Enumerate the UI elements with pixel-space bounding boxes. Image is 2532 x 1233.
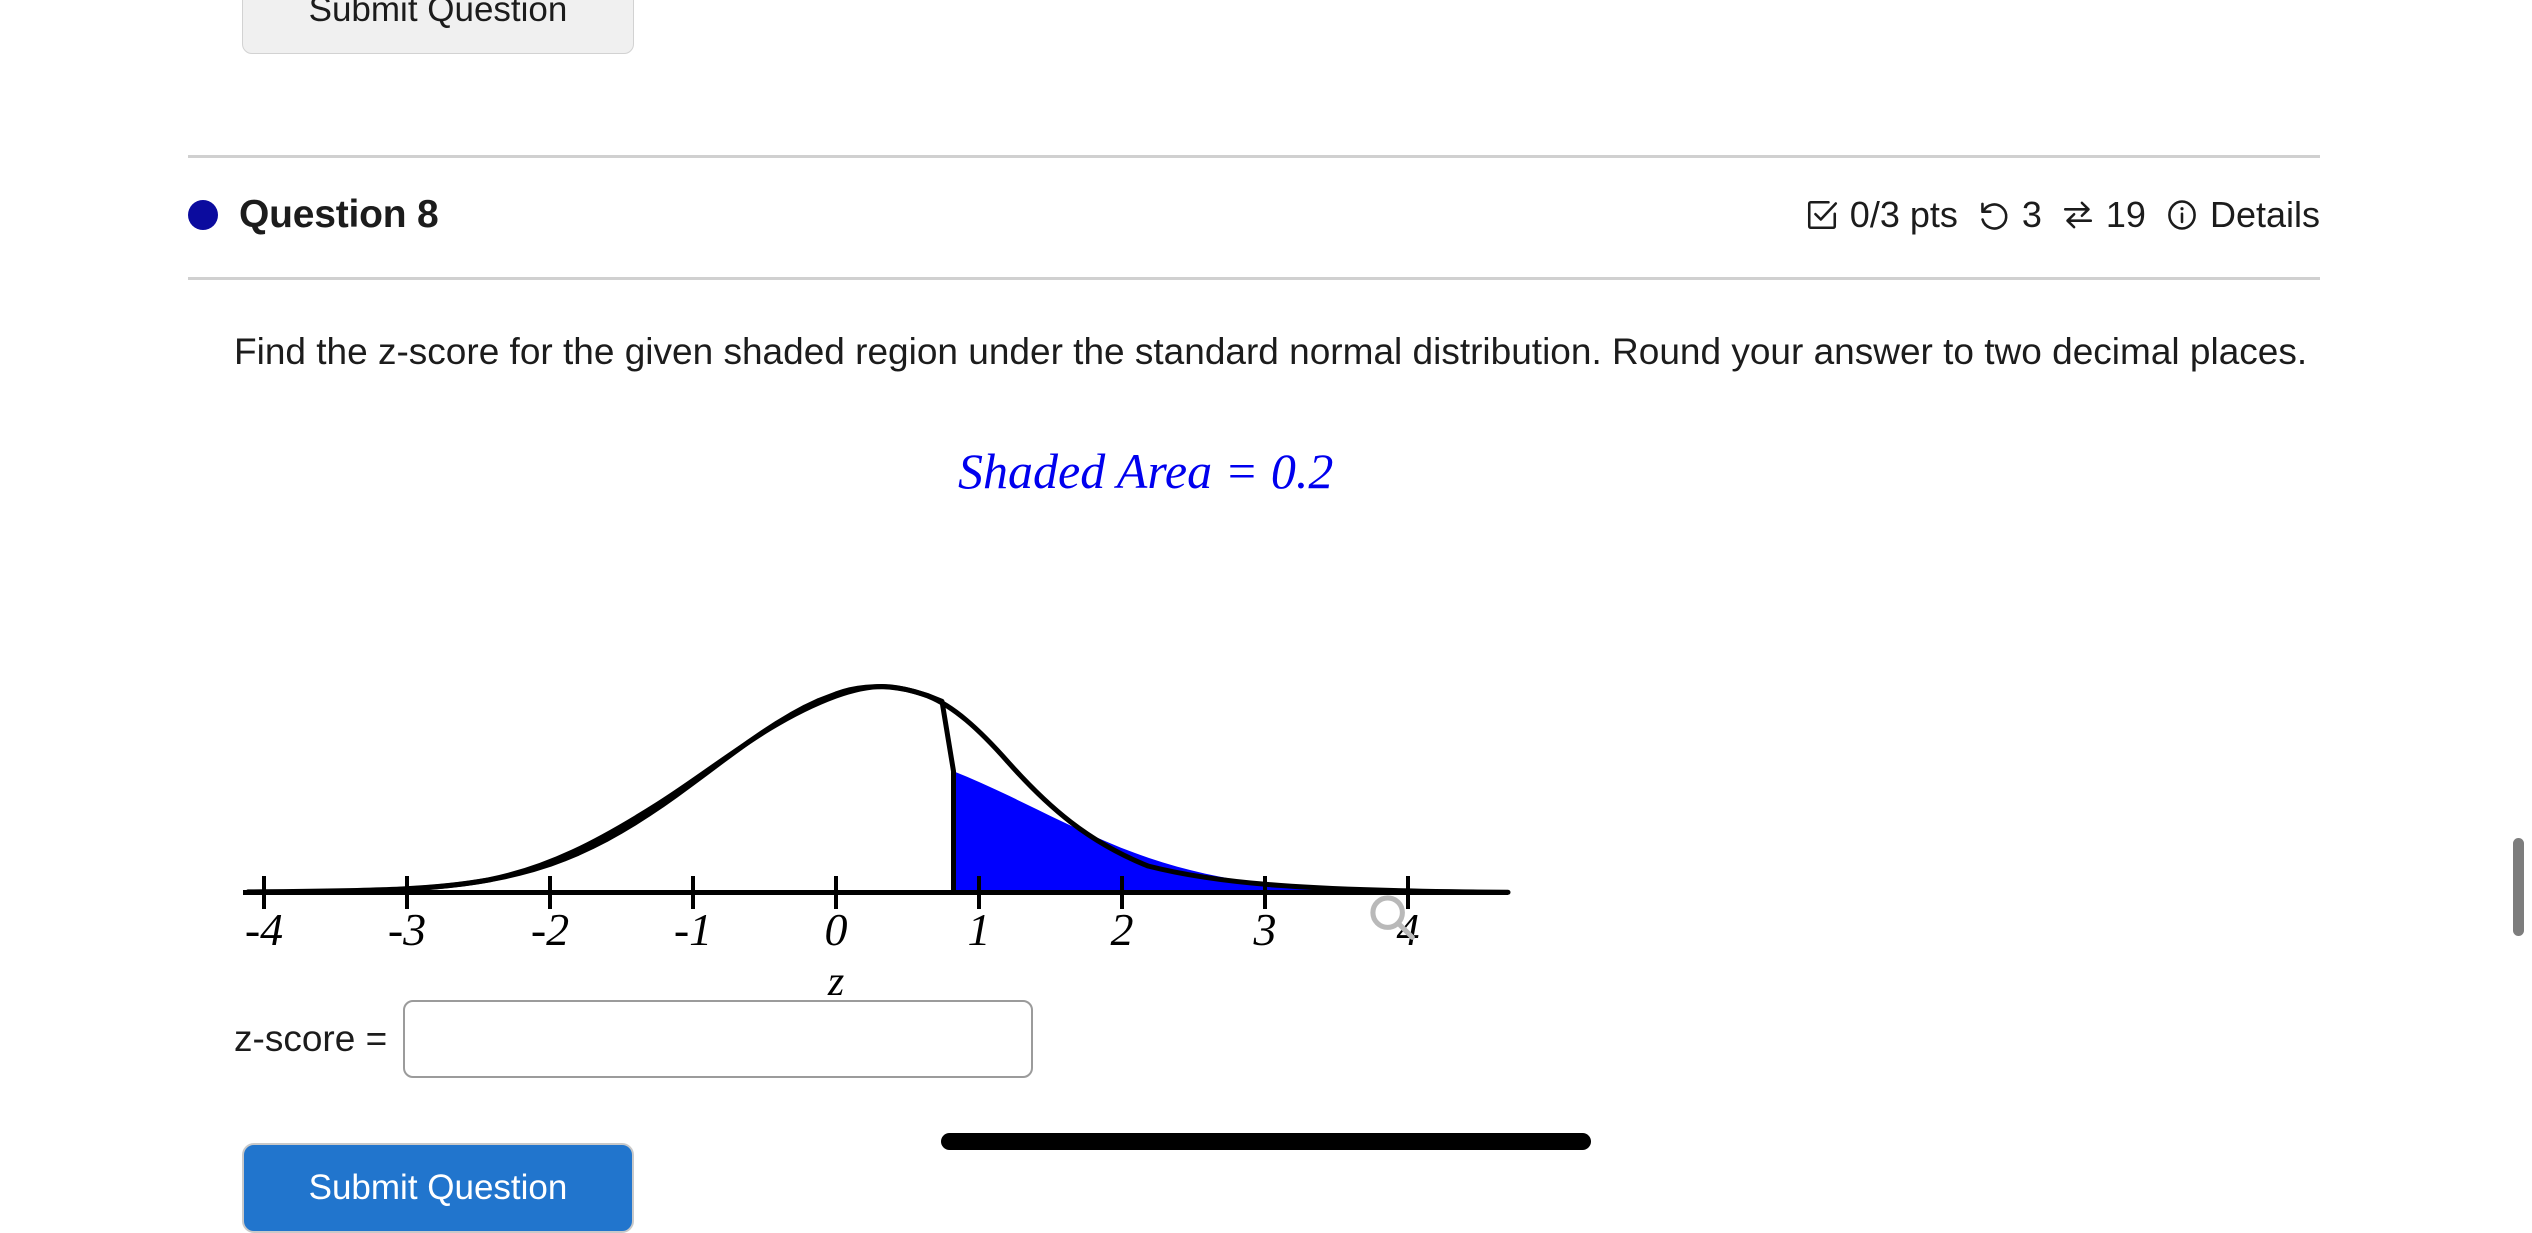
question-header-meta: 0/3 pts 3 19 Details bbox=[1804, 194, 2320, 236]
x-tick-label: 2 bbox=[1111, 904, 1134, 955]
bell-curve bbox=[245, 684, 1511, 895]
normal-distribution-figure: -4 -3 -2 -1 0 1 2 3 4 z Shaded Area = 0.… bbox=[188, 443, 1518, 1000]
question-prompt: Find the z-score for the given shaded re… bbox=[234, 331, 2308, 372]
checked-box-icon bbox=[1804, 197, 1840, 233]
scrollbar-thumb[interactable] bbox=[2513, 838, 2524, 936]
shaded-area-label: Shaded Area = 0.2 bbox=[958, 443, 1334, 499]
shuffles-group: 19 bbox=[2060, 194, 2146, 236]
details-label[interactable]: Details bbox=[2210, 194, 2320, 236]
normal-curve-path bbox=[245, 684, 956, 895]
submit-question-button-top[interactable]: Submit Question bbox=[242, 0, 634, 54]
x-axis-title: z bbox=[827, 959, 844, 1000]
divider-above-question-header bbox=[188, 155, 2320, 158]
details-group[interactable]: Details bbox=[2164, 194, 2320, 236]
shuffles-value: 19 bbox=[2105, 194, 2146, 235]
x-tick-labels: -4 -3 -2 -1 0 1 2 3 4 bbox=[245, 904, 1420, 955]
answer-row: z-score = bbox=[234, 1000, 1034, 1078]
curve-group bbox=[243, 684, 1511, 909]
x-tick-label: 3 bbox=[1253, 904, 1277, 955]
info-circle-icon bbox=[2164, 197, 2200, 233]
x-tick-label: -2 bbox=[531, 904, 569, 955]
swap-arrows-icon bbox=[2060, 197, 2096, 233]
question-title: Question 8 bbox=[239, 193, 439, 236]
question-header: Question 8 0/3 pts 3 19 Details bbox=[188, 180, 2320, 250]
page-scrollbar[interactable] bbox=[2506, 0, 2532, 1170]
submit-question-button-bottom[interactable]: Submit Question bbox=[242, 1143, 634, 1233]
question-status-dot-icon bbox=[188, 200, 218, 230]
z-score-input[interactable] bbox=[403, 1000, 1034, 1078]
divider-below-question-header bbox=[188, 277, 2320, 280]
points-group: 0/3 pts bbox=[1804, 194, 1958, 236]
undo-arrow-icon bbox=[1976, 197, 2012, 233]
x-tick-label: 0 bbox=[825, 904, 848, 955]
attempts-group: 3 bbox=[1976, 194, 2042, 236]
home-indicator bbox=[941, 1133, 1591, 1150]
points-value: 0/3 pts bbox=[1849, 194, 1958, 235]
magnifier-icon[interactable] bbox=[1363, 888, 1421, 946]
x-tick-label: -3 bbox=[388, 904, 426, 955]
z-score-label: z-score = bbox=[234, 1018, 388, 1059]
x-tick-label: -1 bbox=[674, 904, 712, 955]
x-tick-label: -4 bbox=[245, 904, 283, 955]
x-tick-label: 1 bbox=[968, 904, 991, 955]
attempts-value: 3 bbox=[2021, 194, 2042, 235]
question-header-left: Question 8 bbox=[188, 193, 439, 237]
